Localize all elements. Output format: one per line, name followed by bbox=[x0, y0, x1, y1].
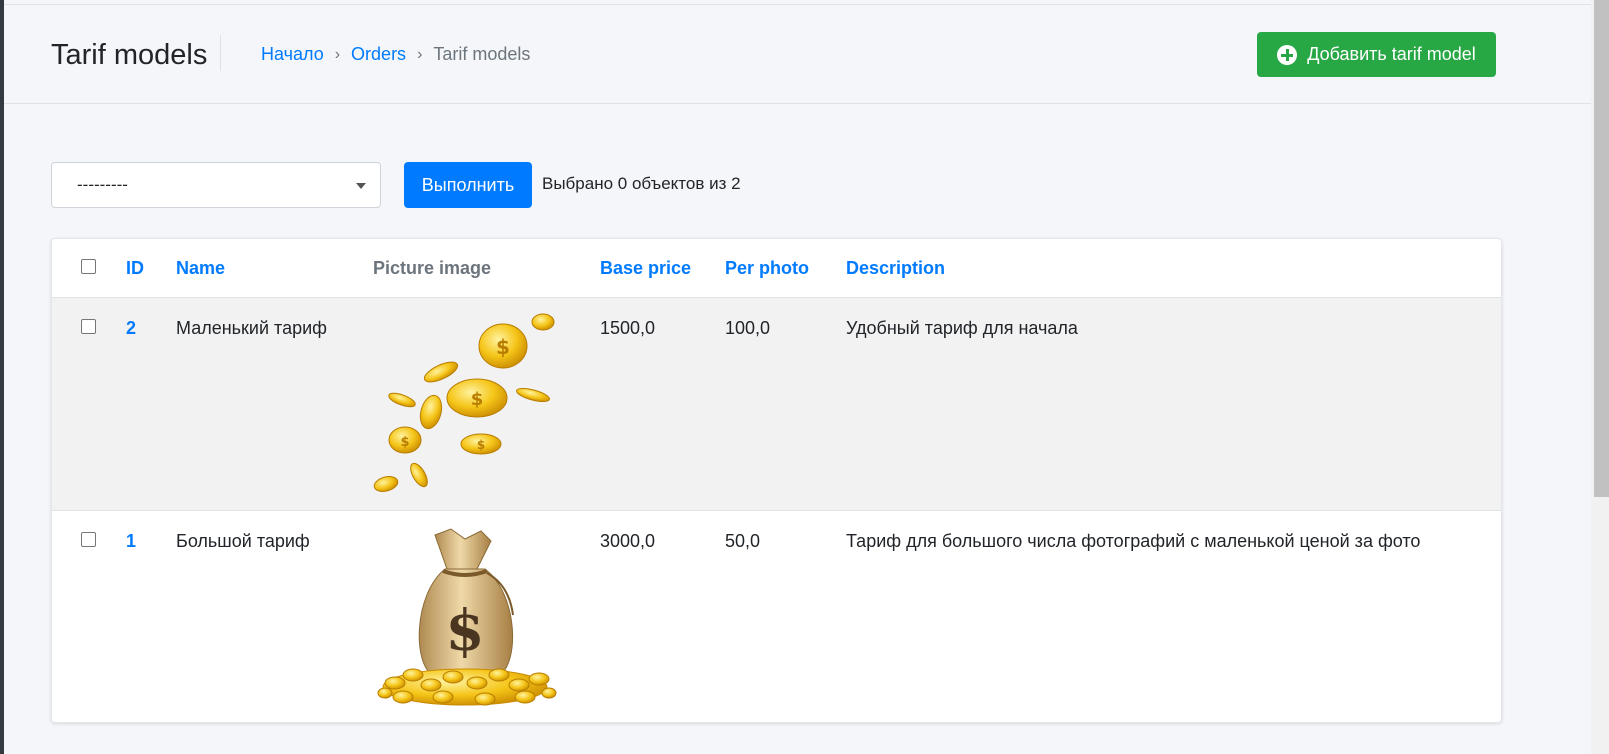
table-row: 1 Большой тариф $ 3000,0 50,0 Тариф для … bbox=[52, 511, 1501, 722]
row-name: Маленький тариф bbox=[176, 318, 327, 338]
selection-counter: Выбрано 0 объектов из 2 bbox=[542, 174, 741, 193]
column-header-name[interactable]: Name bbox=[176, 258, 225, 279]
table-row: 2 Маленький тариф $ $ $ $ 1500,0 100,0 У… bbox=[52, 298, 1501, 511]
breadcrumb-home-link[interactable]: Начало bbox=[261, 44, 324, 65]
table-header: ID Name Picture image Base price Per pho… bbox=[52, 239, 1501, 298]
money-bag-image: $ bbox=[377, 528, 557, 706]
row-checkbox[interactable] bbox=[81, 532, 96, 547]
breadcrumb-current: Tarif models bbox=[433, 44, 531, 64]
svg-text:$: $ bbox=[496, 335, 510, 359]
row-name: Большой тариф bbox=[176, 531, 310, 551]
plus-circle-icon bbox=[1277, 44, 1298, 65]
breadcrumb-separator: › bbox=[417, 45, 423, 63]
action-select-value: --------- bbox=[77, 175, 128, 194]
row-description: Тариф для большого числа фотографий с ма… bbox=[846, 531, 1421, 551]
row-id-link[interactable]: 1 bbox=[126, 531, 136, 552]
svg-text:$: $ bbox=[477, 438, 485, 452]
chevron-down-icon bbox=[356, 183, 366, 189]
svg-text:$: $ bbox=[471, 389, 484, 410]
breadcrumb: Начало › Orders › Tarif models bbox=[261, 44, 530, 65]
page-title: Tarif models bbox=[51, 39, 208, 71]
coins-image: $ $ $ $ bbox=[373, 313, 555, 492]
scrollbar-thumb[interactable] bbox=[1594, 0, 1609, 497]
breadcrumb-separator: › bbox=[334, 45, 341, 63]
row-description: Удобный тариф для начала bbox=[846, 318, 1078, 338]
row-base-price: 3000,0 bbox=[600, 531, 656, 551]
column-header-id[interactable]: ID bbox=[126, 258, 144, 279]
column-header-base-price[interactable]: Base price bbox=[600, 258, 691, 279]
row-id-link[interactable]: 2 bbox=[126, 318, 136, 339]
add-button-label: Добавить tarif model bbox=[1307, 44, 1476, 64]
run-action-button[interactable]: Выполнить bbox=[404, 162, 532, 208]
sidebar-edge bbox=[0, 0, 4, 754]
breadcrumb-orders-link[interactable]: Orders bbox=[351, 44, 406, 65]
action-select[interactable]: --------- bbox=[51, 162, 381, 208]
row-per-photo: 50,0 bbox=[725, 531, 761, 551]
svg-text:$: $ bbox=[446, 598, 485, 664]
column-header-per-photo[interactable]: Per photo bbox=[725, 258, 809, 279]
column-header-picture: Picture image bbox=[373, 258, 492, 278]
scrollbar[interactable] bbox=[1591, 0, 1609, 754]
row-base-price: 1500,0 bbox=[600, 318, 656, 338]
row-checkbox[interactable] bbox=[81, 319, 96, 334]
row-per-photo: 100,0 bbox=[725, 318, 771, 338]
svg-text:$: $ bbox=[400, 435, 409, 450]
column-header-description[interactable]: Description bbox=[846, 258, 945, 279]
content-header: Tarif models Начало › Orders › Tarif mod… bbox=[4, 5, 1591, 104]
select-all-checkbox[interactable] bbox=[81, 259, 96, 274]
results-table: ID Name Picture image Base price Per pho… bbox=[51, 238, 1502, 723]
add-tarif-model-button[interactable]: Добавить tarif model bbox=[1257, 32, 1496, 77]
title-divider bbox=[220, 35, 221, 71]
